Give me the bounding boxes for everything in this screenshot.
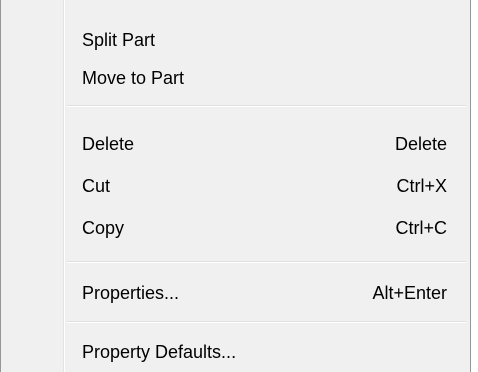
menu-item-label: Split Part: [82, 30, 156, 50]
menu-item-copy[interactable]: Copy Ctrl+C: [5, 210, 466, 246]
menu-item-properties[interactable]: Properties... Alt+Enter: [5, 275, 466, 311]
menu-item-label: Property Defaults...: [82, 342, 237, 362]
menu-item-shortcut: Ctrl+X: [396, 176, 447, 196]
menu-item-label: Properties...: [82, 283, 180, 303]
menu-item-label: Delete: [82, 134, 135, 154]
menu-item-label: Move to Part: [82, 68, 185, 88]
menu-item-label: Copy: [82, 218, 125, 238]
menu-item-split-part[interactable]: Split Part: [5, 22, 466, 58]
menu-separator: [67, 261, 466, 263]
menu-item-shortcut: Alt+Enter: [372, 283, 447, 303]
menu-separator: [67, 321, 466, 323]
menu-item-shortcut: Delete: [394, 134, 447, 154]
menu-item-delete[interactable]: Delete Delete: [5, 126, 466, 162]
menu-separator: [67, 105, 466, 107]
menu-item-label: Cut: [82, 176, 111, 196]
menu-item-cut[interactable]: Cut Ctrl+X: [5, 168, 466, 204]
context-menu: Split Part Move to Part Delete Delete Cu…: [0, 0, 471, 372]
menu-item-property-defaults[interactable]: Property Defaults...: [5, 334, 466, 370]
menu-item-move-to-part[interactable]: Move to Part: [5, 60, 466, 96]
menu-item-shortcut: Ctrl+C: [395, 218, 447, 238]
